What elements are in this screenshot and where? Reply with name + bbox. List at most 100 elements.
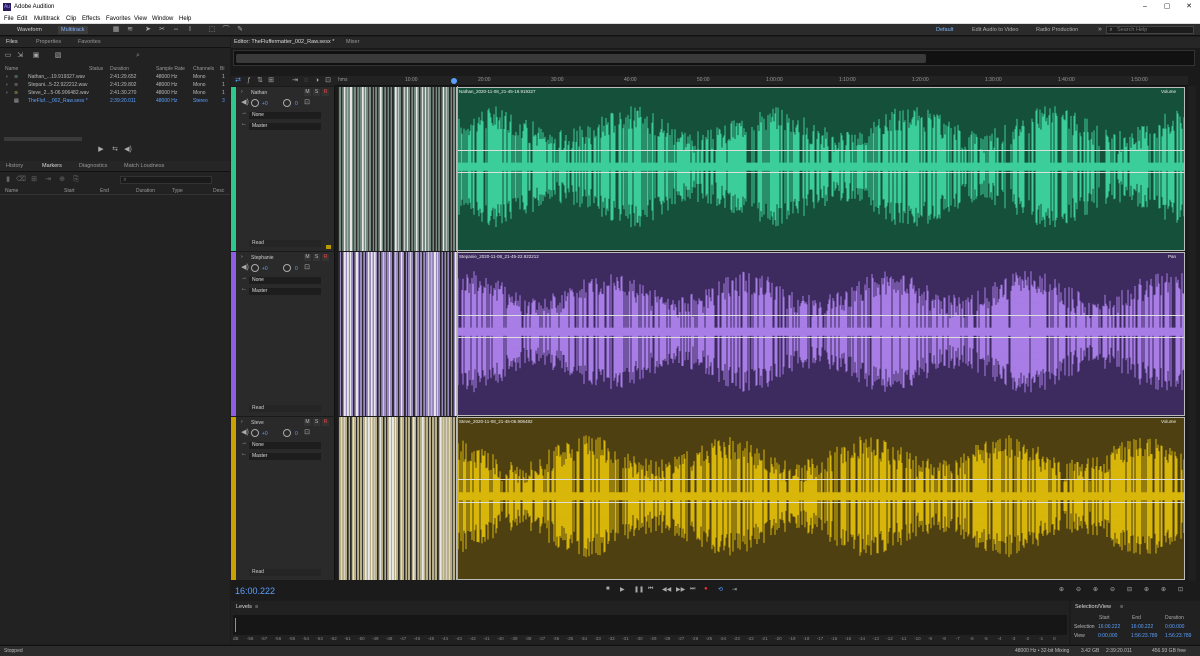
automation-mode-select[interactable]: Read xyxy=(249,569,321,576)
selection-start[interactable]: 16:00.222 xyxy=(1098,624,1120,630)
record-arm-button[interactable]: R xyxy=(322,89,329,96)
clip-automation-label[interactable]: Pan xyxy=(1168,254,1176,259)
track-collapse-icon[interactable]: › xyxy=(241,419,243,425)
move-to-next-icon[interactable]: ⏭ xyxy=(690,586,695,593)
export-marker-icon[interactable]: ⇥ xyxy=(44,176,52,184)
expand-icon[interactable]: › xyxy=(6,90,8,96)
mute-button[interactable]: M xyxy=(304,254,311,261)
zoom-out-time-icon[interactable]: ⊖ xyxy=(1110,586,1115,593)
autoplay-icon[interactable]: ◀) xyxy=(124,146,132,154)
zoom-in-end-icon[interactable]: ⊕ xyxy=(1161,586,1166,593)
tab-properties[interactable]: Properties xyxy=(36,39,61,45)
pan-knob[interactable] xyxy=(283,264,291,272)
timecode-display[interactable]: 16:00.222 xyxy=(235,586,275,596)
clip-automation-label[interactable]: Volume xyxy=(1161,419,1176,424)
selection-end[interactable]: 16:00.222 xyxy=(1131,624,1153,630)
volume-knob[interactable] xyxy=(251,99,259,107)
record-icon[interactable]: ● xyxy=(704,586,708,592)
column-name[interactable]: Name xyxy=(5,66,18,72)
column-end[interactable]: End xyxy=(100,188,109,194)
column-start[interactable]: Start xyxy=(64,188,75,194)
tab-favorites[interactable]: Favorites xyxy=(78,39,101,45)
column-duration[interactable]: Duration xyxy=(136,188,155,194)
menu-file[interactable]: File xyxy=(4,16,14,22)
audio-clip[interactable]: Stepanie_2020-11-08_21-45-22.922212 Pan xyxy=(456,252,1185,416)
column-sample-rate[interactable]: Sample Rate xyxy=(156,66,185,72)
sync-icon[interactable]: ⇄ xyxy=(234,77,242,85)
tab-history[interactable]: History xyxy=(6,163,23,169)
column-description[interactable]: Desc xyxy=(213,188,224,194)
input-output-icon[interactable]: ⇥ xyxy=(291,77,299,85)
import-icon[interactable]: ⇲ xyxy=(16,52,24,60)
maximize-icon[interactable]: ▢ xyxy=(1160,2,1174,12)
workspace-menu-icon[interactable]: » xyxy=(1096,26,1104,34)
files-scrollbar[interactable] xyxy=(4,137,82,141)
volume-value[interactable]: +0 xyxy=(262,101,268,107)
menu-effects[interactable]: Effects xyxy=(82,16,100,22)
view-end[interactable]: 1:56:23.789 xyxy=(1131,633,1157,639)
pre-clip-region[interactable] xyxy=(338,87,456,251)
pan-knob[interactable] xyxy=(283,99,291,107)
file-row[interactable]: › ≋ Stepani...5-22.922212.wav 2:41:29.80… xyxy=(0,82,228,89)
slip-tool-icon[interactable]: ⇔ xyxy=(172,26,180,34)
spectral-icon[interactable]: ▦ xyxy=(112,26,120,34)
pan-knob[interactable] xyxy=(283,429,291,437)
brush-tool-icon[interactable]: ✎ xyxy=(236,26,244,34)
fast-forward-icon[interactable]: ▶▶ xyxy=(676,586,685,593)
pause-icon[interactable]: ❚❚ xyxy=(634,586,644,593)
zoom-out-amplitude-icon[interactable]: ⊖ xyxy=(1076,586,1081,593)
lock-icon[interactable]: ◌ xyxy=(302,77,310,85)
solo-button[interactable]: S xyxy=(313,89,320,96)
monitor-icon[interactable]: ◑ xyxy=(313,77,321,85)
volume-value[interactable]: +0 xyxy=(262,431,268,437)
expand-icon[interactable]: › xyxy=(6,74,8,80)
menu-favorites[interactable]: Favorites xyxy=(106,16,131,22)
tab-match-loudness[interactable]: Match Loudness xyxy=(124,163,164,169)
track-name[interactable]: Nathan xyxy=(251,90,267,96)
input-select[interactable]: None xyxy=(249,442,321,449)
file-row[interactable]: ▤ TheFluf..._002_Raw.sesx * 2:39:20.011 … xyxy=(0,98,228,105)
workspace-radio-production[interactable]: Radio Production xyxy=(1036,27,1078,33)
zoom-in-start-icon[interactable]: ⊕ xyxy=(1144,586,1149,593)
automation-mode-select[interactable]: Read xyxy=(249,240,321,247)
menu-help[interactable]: Help xyxy=(179,16,191,22)
pre-clip-region[interactable] xyxy=(338,417,456,580)
play-preview-icon[interactable]: ▶ xyxy=(97,146,105,154)
column-name[interactable]: Name xyxy=(5,188,18,194)
overview-viewport[interactable] xyxy=(236,54,926,63)
selection-duration[interactable]: 0:00.000 xyxy=(1165,624,1184,630)
menu-clip[interactable]: Clip xyxy=(66,16,76,22)
output-select[interactable]: Master xyxy=(249,288,321,295)
menu-edit[interactable]: Edit xyxy=(17,16,27,22)
search-help-input[interactable] xyxy=(1106,26,1194,34)
track-collapse-icon[interactable]: › xyxy=(241,89,243,95)
record-arm-button[interactable]: R xyxy=(322,254,329,261)
fx-icon[interactable]: ƒ xyxy=(245,77,253,85)
column-type[interactable]: Type xyxy=(172,188,183,194)
pre-clip-region[interactable] xyxy=(338,252,456,416)
pan-envelope[interactable] xyxy=(457,172,1184,174)
mute-button[interactable]: M xyxy=(304,89,311,96)
pan-envelope[interactable] xyxy=(457,337,1184,339)
zoom-out-full-icon[interactable]: ⊟ xyxy=(1127,586,1132,593)
skip-selection-icon[interactable]: ⇥ xyxy=(732,586,737,593)
volume-envelope[interactable] xyxy=(457,149,1184,151)
markers-search-input[interactable] xyxy=(120,176,212,184)
input-select[interactable]: None xyxy=(249,112,321,119)
volume-knob[interactable] xyxy=(251,264,259,272)
marquee-tool-icon[interactable]: ⬚ xyxy=(208,26,216,34)
tab-mixer[interactable]: Mixer xyxy=(346,39,359,45)
record-arm-button[interactable]: R xyxy=(322,419,329,426)
lasso-tool-icon[interactable]: ⌒ xyxy=(222,26,230,34)
expand-icon[interactable]: › xyxy=(6,82,8,88)
menu-window[interactable]: Window xyxy=(152,16,173,22)
tab-markers[interactable]: Markers xyxy=(42,163,62,169)
pan-value[interactable]: 0 xyxy=(295,431,298,437)
minimize-icon[interactable]: – xyxy=(1138,2,1152,12)
volume-envelope[interactable] xyxy=(457,314,1184,316)
mute-button[interactable]: M xyxy=(304,419,311,426)
column-status[interactable]: Status xyxy=(89,66,103,72)
playhead-handle[interactable] xyxy=(451,78,457,84)
levels-menu-icon[interactable]: ≡ xyxy=(255,604,258,610)
solo-button[interactable]: S xyxy=(313,254,320,261)
